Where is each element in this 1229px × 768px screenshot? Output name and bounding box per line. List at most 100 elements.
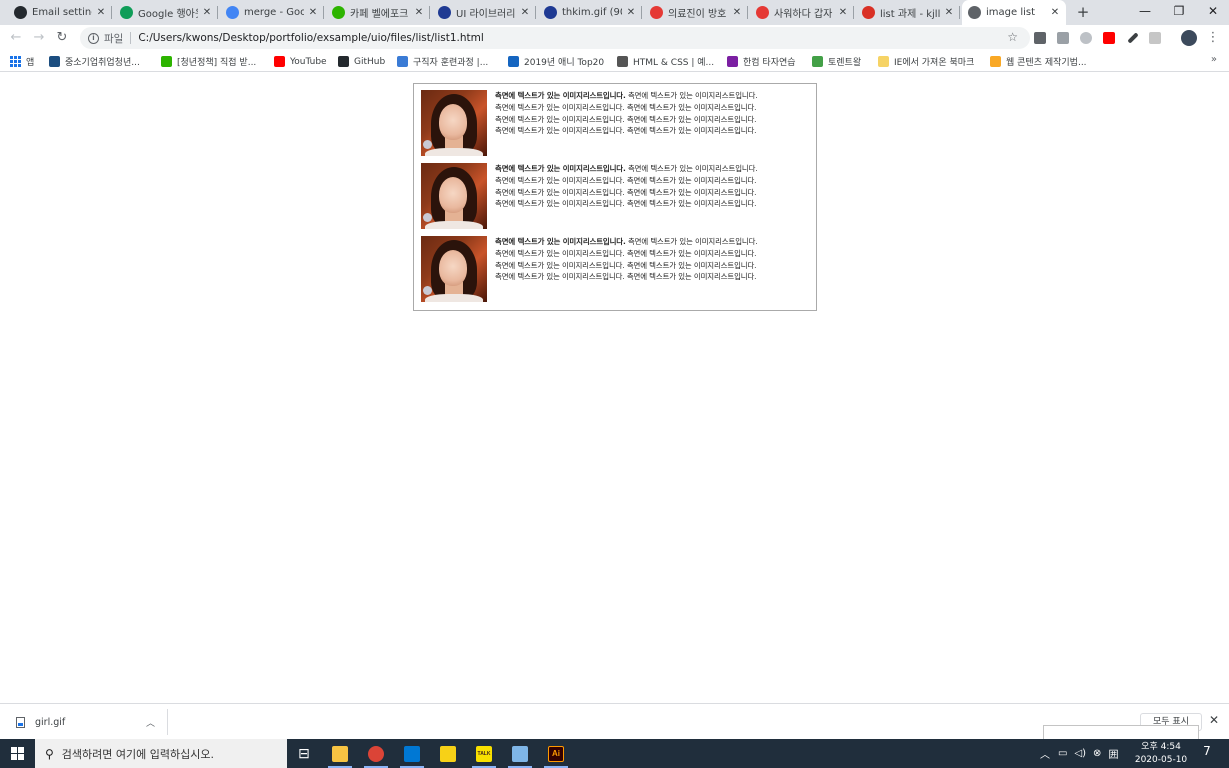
bookmark-item[interactable]: 앱 [10,54,34,69]
network-icon[interactable]: ▭ [1058,748,1067,759]
bookmark-item[interactable]: 중소기업취업청년... [49,54,140,69]
restore-button[interactable]: ❐ [1162,0,1196,25]
taskbar-app[interactable]: TALK [469,742,499,768]
ime-icon[interactable]: 囲 [1108,746,1118,761]
description-text: 측면에 텍스트가 있는 이미지리스트입니다. [625,237,758,246]
close-icon[interactable]: ✕ [1209,713,1219,727]
taskbar-app[interactable]: ⊟ [289,742,319,765]
taskbar-app[interactable]: Ai [541,742,571,768]
description-line: 측면에 텍스트가 있는 이미지리스트입니다. 측면에 텍스트가 있는 이미지리스… [495,102,757,112]
hangouts-icon [120,6,133,19]
tab-title: merge - Goog [244,7,304,18]
bookmark-label: 한컴 타자연습 [743,58,796,68]
tab-close-icon[interactable]: ✕ [944,7,954,18]
taskbar-app[interactable] [397,742,427,768]
tab-title: image list [986,7,1036,18]
tab-separator [323,6,324,19]
description-text: 측면에 텍스트가 있는 이미지리스트입니다. [625,91,758,100]
taskbar-app[interactable] [361,742,391,768]
browser-tab[interactable]: 사워하다 갑자 ✕ [750,2,854,23]
photo-face [439,104,467,140]
tab-separator [217,6,218,19]
chevron-up-icon[interactable]: ︿ [1040,746,1050,761]
bookmark-item[interactable]: YouTube [274,54,327,69]
bookmark-item[interactable]: 한컴 타자연습 [727,54,796,69]
browser-tab[interactable]: image list ✕ [962,0,1066,25]
browser-tab[interactable]: 카페 벨에포크 ✕ [326,2,430,23]
photo-face [439,177,467,213]
tab-close-icon[interactable]: ✕ [626,7,636,18]
extension-icon[interactable] [1080,32,1092,44]
profile-avatar[interactable] [1181,30,1197,46]
extension-icon[interactable] [1034,32,1046,44]
browser-tab[interactable]: merge - Goog ✕ [220,2,324,23]
youtube-extension-icon[interactable] [1103,32,1115,44]
bookmark-item[interactable]: 2019년 애니 Top20 [508,54,604,69]
tab-close-icon[interactable]: ✕ [732,7,742,18]
taskbar-clock[interactable]: 오후 4:54 2020-05-10 [1133,741,1189,767]
bookmark-item[interactable]: [청년정책] 직접 받... [161,54,256,69]
reload-icon[interactable]: ↻ [53,29,71,47]
taskbar-app[interactable] [433,742,463,765]
volume-icon[interactable]: ◁) [1074,748,1086,759]
tab-close-icon[interactable]: ✕ [308,7,318,18]
tab-close-icon[interactable]: ✕ [414,7,424,18]
tab-close-icon[interactable]: ✕ [202,7,212,18]
apps-grid-icon [10,56,21,67]
forward-icon[interactable]: → [30,29,48,47]
info-icon[interactable]: i [88,32,99,44]
naver-cafe-icon [332,6,345,19]
browser-tab[interactable]: UI 라이브러리 ✕ [432,2,536,23]
browser-tab[interactable]: Email settings ✕ [8,2,112,23]
youtube-icon [274,56,285,67]
menu-icon[interactable]: ⋮ [1204,29,1222,47]
bookmark-item[interactable]: 토렌트왈 [812,54,861,69]
status-icon[interactable]: ⊗ [1093,748,1101,759]
tab-close-icon[interactable]: ✕ [1050,7,1060,18]
tab-close-icon[interactable]: ✕ [838,7,848,18]
start-button[interactable] [0,739,35,768]
tab-close-icon[interactable]: ✕ [96,7,106,18]
browser-tab[interactable]: thkim.gif (90× ✕ [538,2,642,23]
notification-center-icon[interactable]: 7 [1197,744,1217,764]
browser-tab[interactable]: 의료진이 방호 ✕ [644,2,748,23]
extension-icon[interactable] [1057,32,1069,44]
tab-title: list 과제 - kjlly [880,9,940,20]
folder-icon [878,56,889,67]
tab-separator [111,6,112,19]
browser-tab[interactable]: Google 행아웃 ✕ [114,2,218,23]
bookmark-item[interactable]: 웹 콘텐츠 제작기법... [990,54,1087,69]
description-line: 측면에 텍스트가 있는 이미지리스트입니다. 측면에 텍스트가 있는 이미지리스… [495,199,757,209]
taskbar-search-placeholder: 검색하려면 여기에 입력하십시오. [61,747,214,761]
photo-shoulder [425,294,483,302]
bookmarks-overflow-icon[interactable]: » [1211,54,1217,65]
chevron-up-icon[interactable]: ︿ [146,716,155,729]
description-line: 측면에 텍스트가 있는 이미지리스트입니다. 측면에 텍스트가 있는 이미지리스… [495,260,757,270]
tab-title: 카페 벨에포크 [350,9,409,20]
taskbar-search[interactable]: ⚲ 검색하려면 여기에 입력하십시오. [35,739,287,768]
back-icon[interactable]: ← [7,29,25,47]
tab-close-icon[interactable]: ✕ [520,7,530,18]
eyedropper-icon[interactable] [1127,32,1139,44]
description-line: 측면에 텍스트가 있는 이미지리스트입니다. 측면에 텍스트가 있는 이미지리스… [495,236,809,248]
browser-tab[interactable]: list 과제 - kjlly ✕ [856,2,960,23]
close-window-button[interactable]: ✕ [1196,0,1229,25]
minimize-button[interactable]: — [1128,0,1162,25]
extension-icon[interactable] [1149,32,1161,44]
description-text: 측면에 텍스트가 있는 이미지리스트입니다. [625,164,758,173]
bookmark-star-icon[interactable]: ☆ [1007,30,1018,44]
taskbar-app[interactable] [505,742,535,768]
globe-icon [968,6,981,19]
download-item[interactable]: girl.gif ︿ [10,709,168,735]
new-tab-button[interactable]: + [1074,3,1092,21]
address-bar[interactable]: i 파일 C:/Users/kwons/Desktop/portfolio/ex… [80,27,1030,49]
photo-microphone [423,213,432,222]
bookmark-item[interactable]: 구직자 훈련과정 |... [397,54,488,69]
bookmark-item[interactable]: HTML & CSS | 예... [617,54,714,69]
bookmark-item[interactable]: GitHub [338,54,385,69]
task-view-icon: ⊟ [298,745,310,761]
tab-title: Email settings [32,7,92,18]
taskbar-app[interactable] [325,742,355,768]
url-text[interactable]: C:/Users/kwons/Desktop/portfolio/exsampl… [138,32,483,44]
bookmark-item[interactable]: IE에서 가져온 북마크 [878,54,974,69]
